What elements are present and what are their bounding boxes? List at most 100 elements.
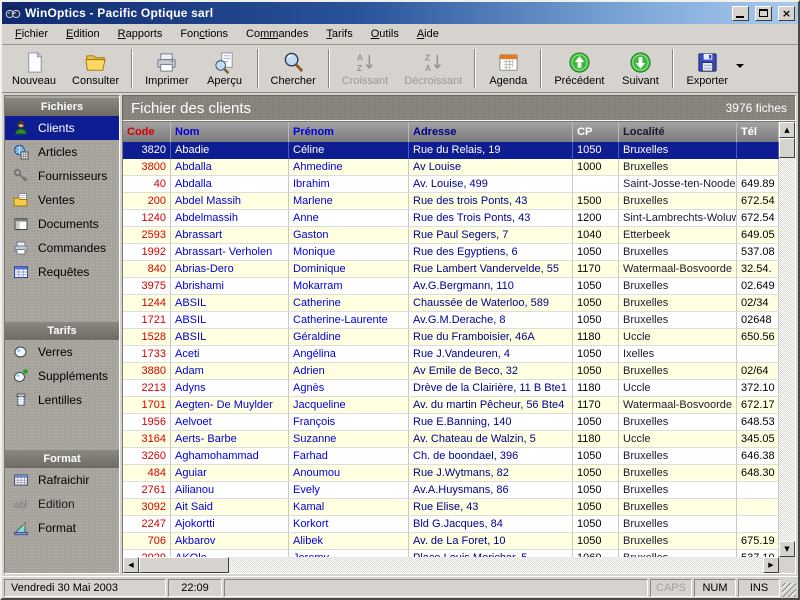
sidebar-item-commandes[interactable]: Commandes — [5, 236, 119, 260]
cell-localite: Bruxelles — [619, 312, 737, 329]
column-header-localite[interactable]: Localité — [619, 122, 737, 142]
next-button[interactable]: Suivant — [612, 46, 668, 91]
table-row[interactable]: 2593 Abrassart Gaston Rue Paul Segers, 7… — [123, 227, 779, 244]
cell-nom: Aelvoet — [171, 414, 289, 431]
sidebar-item-articles[interactable]: Articles — [5, 140, 119, 164]
menu-item-commandes[interactable]: Commandes — [237, 26, 317, 42]
sidebar-item-requetes[interactable]: Requêtes — [5, 260, 119, 284]
table-row[interactable]: 1733 Aceti Angélina Rue J.Vandeuren, 4 1… — [123, 346, 779, 363]
sidebar-item-verres[interactable]: Verres — [5, 340, 119, 364]
table-row[interactable]: 2761 Ailianou Evely Av.A.Huysmans, 86 10… — [123, 482, 779, 499]
sidebar-item-format[interactable]: Format — [5, 516, 119, 540]
sidebar-item-supplements[interactable]: Suppléments — [5, 364, 119, 388]
open-folder-icon — [84, 51, 107, 74]
column-header-tel[interactable]: Tél — [737, 122, 779, 142]
new-button[interactable]: Nouveau — [4, 46, 64, 91]
table-row[interactable]: 2929 AKOlo Jeremy Place Louis Morichar, … — [123, 550, 779, 557]
toolbar-label: Croissant — [342, 75, 388, 87]
agenda-button[interactable]: Agenda — [480, 46, 536, 91]
scroll-right-button[interactable]: ▶ — [763, 557, 779, 573]
cell-code: 1992 — [123, 244, 171, 261]
table-row[interactable]: 1701 Aegten- De Muylder Jacqueline Av. d… — [123, 397, 779, 414]
menu-item-tarifs[interactable]: Tarifs — [317, 26, 361, 42]
arrow-right-icon: ▶ — [768, 562, 773, 569]
close-button[interactable]: × — [778, 6, 795, 21]
sidebar-item-label: Ventes — [38, 193, 75, 207]
menu-item-fonctions[interactable]: Fonctions — [171, 26, 237, 42]
table-row[interactable]: 484 Aguiar Anoumou Rue J.Wytmans, 82 105… — [123, 465, 779, 482]
table-row[interactable]: 1721 ABSIL Catherine-Laurente Av.G.M.Der… — [123, 312, 779, 329]
resize-grip-icon[interactable] — [782, 583, 796, 597]
vertical-scroll-thumb[interactable] — [779, 138, 795, 158]
cell-localite: Bruxelles — [619, 414, 737, 431]
menu-item-rapports[interactable]: Rapports — [109, 26, 172, 42]
scroll-up-button[interactable]: ▲ — [779, 122, 795, 138]
table-row[interactable]: 3820 Abadie Céline Rue du Relais, 19 105… — [123, 142, 779, 159]
sidebar-item-lentilles[interactable]: Lentilles — [5, 388, 119, 412]
open-button[interactable]: Consulter — [64, 46, 127, 91]
cell-cp: 1050 — [573, 312, 619, 329]
sidebar-item-clients[interactable]: Clients — [5, 116, 119, 140]
maximize-button[interactable] — [755, 6, 772, 21]
table-row[interactable]: 3800 Abdalla Ahmedine Av Louise 1000 Bru… — [123, 159, 779, 176]
horizontal-scroll-thumb[interactable] — [139, 557, 229, 573]
table-row[interactable]: 3164 Aerts- Barbe Suzanne Av. Chateau de… — [123, 431, 779, 448]
table-row[interactable]: 200 Abdel Massih Marlene Rue des trois P… — [123, 193, 779, 210]
table-row[interactable]: 1244 ABSIL Catherine Chaussée de Waterlo… — [123, 295, 779, 312]
column-header-adresse[interactable]: Adresse — [409, 122, 573, 142]
menu-item-outils[interactable]: Outils — [362, 26, 408, 42]
table-row[interactable]: 3092 Ait Said Kamal Rue Elise, 43 1050 B… — [123, 499, 779, 516]
sidebar-item-label: Fournisseurs — [38, 169, 107, 183]
sidebar-section-format: Format — [5, 450, 119, 468]
menu-item-aide[interactable]: Aide — [408, 26, 448, 42]
sidebar-item-ventes[interactable]: Ventes — [5, 188, 119, 212]
table-row[interactable]: 1956 Aelvoet François Rue E.Banning, 140… — [123, 414, 779, 431]
titlebar[interactable]: WinOptics - Pacific Optique sarl × — [2, 2, 798, 24]
table-row[interactable]: 1528 ABSIL Géraldine Rue du Framboisier,… — [123, 329, 779, 346]
table-row[interactable]: 840 Abrias-Dero Dominique Rue Lambert Va… — [123, 261, 779, 278]
menu-item-edition[interactable]: Edition — [57, 26, 109, 42]
cell-code: 1244 — [123, 295, 171, 312]
table-row[interactable]: 1992 Abrassart- Verholen Monique Rue des… — [123, 244, 779, 261]
sidebar-item-documents[interactable]: Documents — [5, 212, 119, 236]
sidebar-item-fournisseurs[interactable]: Fournisseurs — [5, 164, 119, 188]
column-header-nom[interactable]: Nom — [171, 122, 289, 142]
column-header-cp[interactable]: CP — [573, 122, 619, 142]
format-ruler-icon — [13, 520, 29, 536]
table-header-row: Code Nom Prénom Adresse CP Localité Tél — [123, 122, 779, 142]
horizontal-scroll-track[interactable] — [229, 557, 763, 573]
table-row[interactable]: 3880 Adam Adrien Av Emile de Beco, 32 10… — [123, 363, 779, 380]
toolbar-label: Agenda — [489, 75, 527, 87]
cell-localite: Uccle — [619, 380, 737, 397]
export-dropdown-button[interactable] — [736, 46, 748, 91]
table-row[interactable]: 1240 Abdelmassih Anne Rue des Trois Pont… — [123, 210, 779, 227]
table-row[interactable]: 3975 Abrishami Mokarram Av.G.Bergmann, 1… — [123, 278, 779, 295]
column-header-code[interactable]: Code — [123, 122, 171, 142]
column-header-prenom[interactable]: Prénom — [289, 122, 409, 142]
preview-button[interactable]: Aperçu — [197, 46, 253, 91]
horizontal-scrollbar[interactable]: ◀ ▶ — [123, 557, 779, 573]
table-row[interactable]: 2213 Adyns Agnès Drève de la Clairière, … — [123, 380, 779, 397]
export-button[interactable]: Exporter — [678, 46, 736, 91]
table-row[interactable]: 40 Abdalla Ibrahim Av. Louise, 499 Saint… — [123, 176, 779, 193]
sidebar-item-label: Clients — [38, 121, 75, 135]
menu-item-fichier[interactable]: Fichier — [6, 26, 57, 42]
previous-button[interactable]: Précédent — [546, 46, 612, 91]
cell-prenom: Agnès — [289, 380, 409, 397]
table-row[interactable]: 3260 Aghamohammad Farhad Ch. de boondael… — [123, 448, 779, 465]
table-row[interactable]: 2247 Ajokortti Korkort Bld G.Jacques, 84… — [123, 516, 779, 533]
vertical-scroll-track[interactable] — [779, 158, 795, 541]
vertical-scrollbar[interactable]: ▲ ▼ — [779, 122, 795, 557]
minimize-button[interactable] — [732, 6, 749, 21]
sort-ascending-button: A Z Croissant — [334, 46, 396, 91]
scroll-down-button[interactable]: ▼ — [779, 541, 795, 557]
cell-code: 1733 — [123, 346, 171, 363]
scroll-left-button[interactable]: ◀ — [123, 557, 139, 573]
queries-table-icon — [13, 264, 29, 280]
table-row[interactable]: 706 Akbarov Alibek Av. de La Foret, 10 1… — [123, 533, 779, 550]
print-button[interactable]: Imprimer — [137, 46, 196, 91]
sidebar-item-rafraichir[interactable]: Rafraichir — [5, 468, 119, 492]
chevron-down-icon — [736, 64, 744, 68]
search-button[interactable]: Chercher — [263, 46, 324, 91]
sidebar-item-edition[interactable]: ab Edition — [5, 492, 119, 516]
